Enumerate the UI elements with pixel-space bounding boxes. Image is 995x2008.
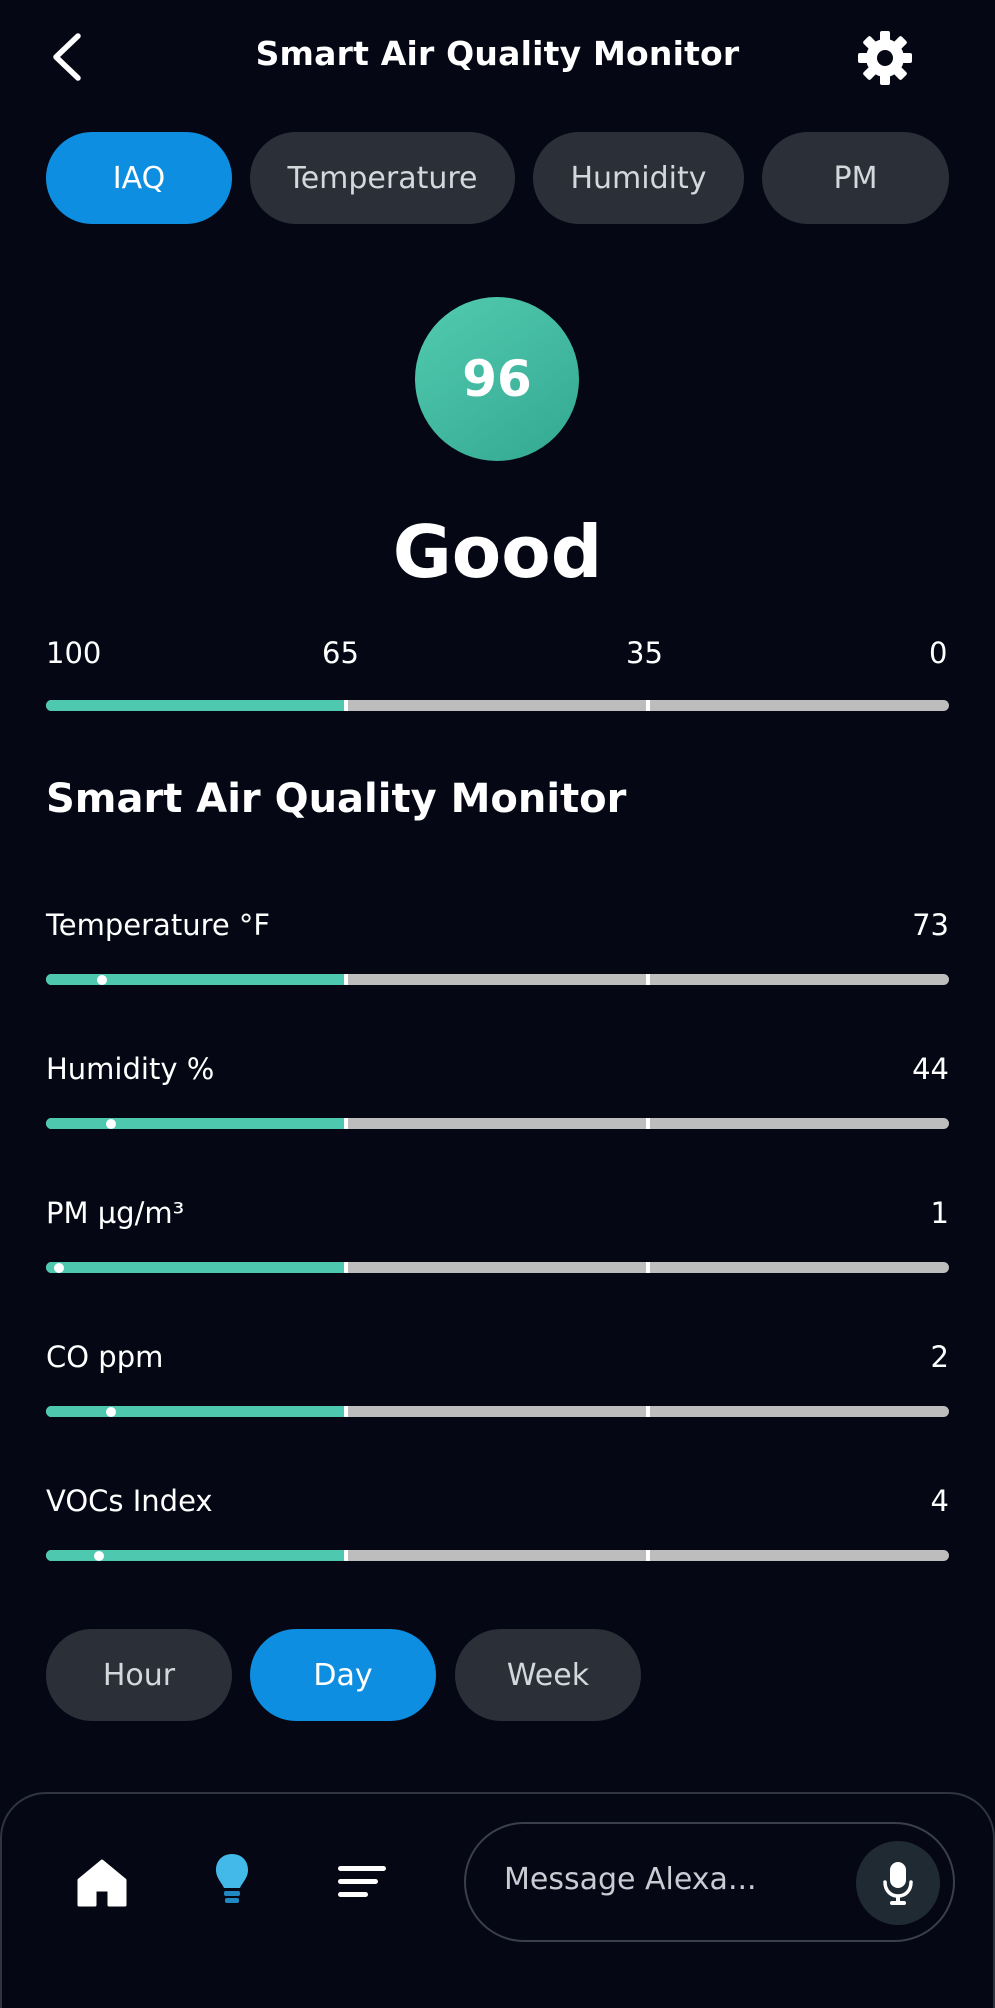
air-quality-screen: Smart Air Quality Monitor IAQ Temperatur… (0, 0, 995, 2008)
metric-temperature-bar (46, 974, 949, 985)
metric-pm-label: PM µg/m³ (46, 1196, 185, 1230)
scale-divider (344, 1550, 348, 1561)
metric-vocs-marker (94, 1550, 104, 1561)
range-hour-button[interactable]: Hour (46, 1629, 232, 1721)
metric-vocs-bar (46, 1550, 949, 1561)
home-button[interactable] (76, 1858, 128, 1908)
microphone-button[interactable] (856, 1841, 940, 1925)
metric-humidity-label: Humidity % (46, 1052, 215, 1086)
metric-vocs-label: VOCs Index (46, 1484, 213, 1518)
bar-fill (46, 974, 346, 985)
tab-humidity[interactable]: Humidity (533, 132, 744, 224)
bar-fill (46, 1550, 346, 1561)
bar-fill (46, 1262, 346, 1273)
metric-pm-bar (46, 1262, 949, 1273)
metric-temperature-marker (97, 974, 107, 985)
bar-fill (46, 1118, 346, 1129)
metric-humidity-bar (46, 1118, 949, 1129)
metric-co-bar (46, 1406, 949, 1417)
settings-button[interactable] (857, 30, 913, 86)
metric-temperature-label: Temperature °F (46, 908, 271, 942)
metric-pm-marker (54, 1262, 64, 1273)
scale-label-35: 35 (626, 636, 663, 670)
message-alexa-input[interactable]: Message Alexa... (464, 1822, 955, 1942)
tab-pm[interactable]: PM (762, 132, 949, 224)
scale-divider (646, 1550, 650, 1561)
metric-humidity-value: 44 (912, 1052, 949, 1086)
range-week-button[interactable]: Week (455, 1629, 641, 1721)
scale-divider (646, 700, 650, 711)
page-title: Smart Air Quality Monitor (255, 34, 740, 73)
scale-divider (344, 700, 348, 711)
scale-label-100: 100 (46, 636, 102, 670)
scale-label-65: 65 (322, 636, 359, 670)
metric-temperature-value: 73 (912, 908, 949, 942)
section-title: Smart Air Quality Monitor (46, 776, 627, 822)
metric-pm-value: 1 (930, 1196, 949, 1230)
lightbulb-icon (216, 1854, 248, 1903)
scale-divider (646, 1406, 650, 1417)
iaq-score-badge: 96 (415, 297, 579, 461)
metric-co-label: CO ppm (46, 1340, 164, 1374)
menu-icon (338, 1866, 386, 1897)
scale-divider (344, 1406, 348, 1417)
home-icon (77, 1859, 127, 1907)
scale-label-0: 0 (929, 636, 948, 670)
scale-divider (344, 974, 348, 985)
iaq-scale-fill (46, 700, 346, 711)
scale-divider (344, 1118, 348, 1129)
bar-fill (46, 1406, 346, 1417)
scale-divider (646, 1262, 650, 1273)
microphone-icon (883, 1862, 913, 1905)
message-alexa-placeholder: Message Alexa... (504, 1862, 757, 1897)
metric-co-marker (106, 1406, 116, 1417)
scale-divider (344, 1262, 348, 1273)
scale-divider (646, 1118, 650, 1129)
devices-button[interactable] (214, 1852, 250, 1908)
iaq-scale-bar (46, 700, 949, 711)
metric-humidity-marker (106, 1118, 116, 1129)
metric-co-value: 2 (930, 1340, 949, 1374)
more-button[interactable] (338, 1864, 386, 1900)
scale-divider (646, 974, 650, 985)
range-day-button[interactable]: Day (250, 1629, 436, 1721)
metric-vocs-value: 4 (930, 1484, 949, 1518)
iaq-status-label: Good (392, 510, 603, 594)
tab-iaq[interactable]: IAQ (46, 132, 232, 224)
tab-temperature[interactable]: Temperature (250, 132, 515, 224)
gear-icon (858, 31, 912, 85)
